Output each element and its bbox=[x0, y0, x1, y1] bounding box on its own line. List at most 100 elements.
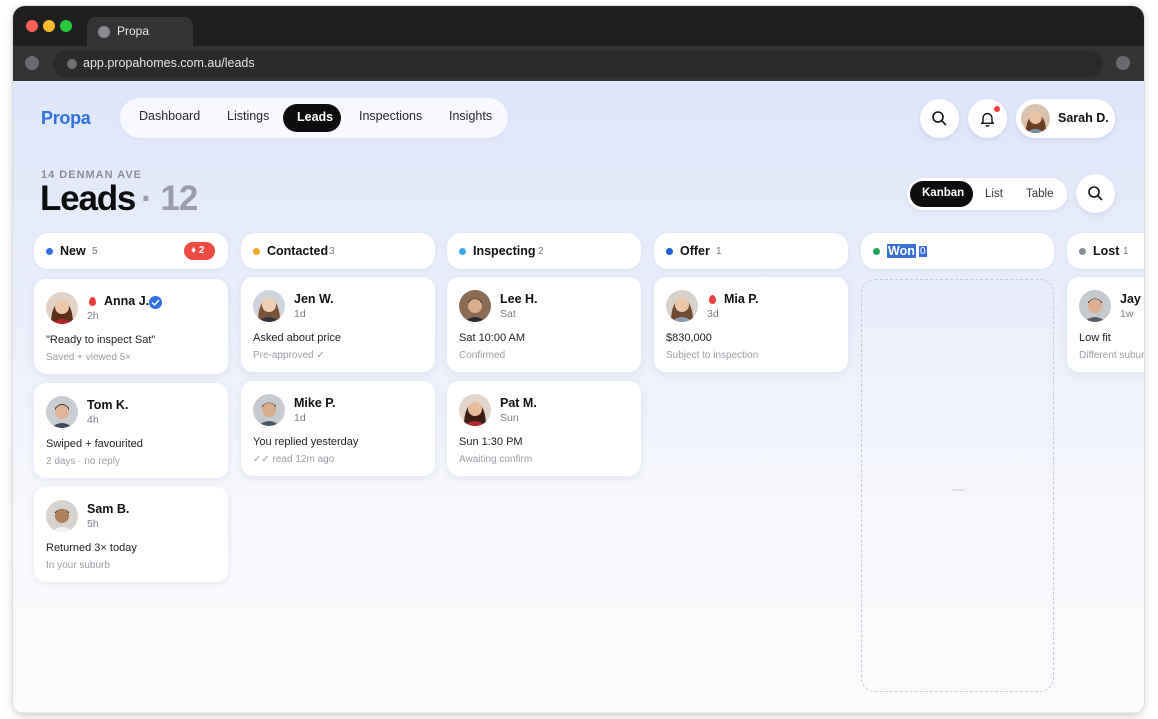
lead-card[interactable]: Tom K. 4h Swiped + favourited 2 days · n… bbox=[34, 383, 228, 478]
avatar bbox=[46, 500, 78, 532]
column-title: Contacted bbox=[267, 244, 329, 258]
lead-name: Lee H. bbox=[500, 292, 538, 306]
nav-item-dashboard[interactable]: Dashboard bbox=[139, 109, 200, 123]
back-button[interactable] bbox=[25, 56, 39, 70]
avatar bbox=[459, 394, 491, 426]
column-title: Won bbox=[887, 244, 916, 258]
lead-card[interactable]: Mike P. 1d You replied yesterday ✓✓ read… bbox=[241, 381, 435, 476]
search-icon bbox=[932, 111, 947, 126]
address-bar[interactable]: app.propahomes.com.au/leads bbox=[53, 51, 1103, 77]
browser-tab[interactable]: Propa bbox=[87, 17, 193, 46]
leads-search-button[interactable] bbox=[1076, 174, 1115, 213]
notifications-button[interactable] bbox=[968, 99, 1007, 138]
user-name: Sarah D. bbox=[1058, 111, 1109, 125]
global-search-button[interactable] bbox=[920, 99, 959, 138]
lead-card[interactable]: Jay 1w Low fit Different subur bbox=[1067, 277, 1144, 372]
column-title: Inspecting bbox=[473, 244, 536, 258]
column-count: 0 bbox=[919, 246, 927, 257]
search-icon bbox=[1088, 186, 1103, 201]
page-title: Leads bbox=[40, 179, 136, 218]
nav-item-inspections[interactable]: Inspections bbox=[359, 109, 422, 123]
lead-summary: You replied yesterday bbox=[253, 436, 359, 448]
column-header-offer[interactable]: Offer 1 bbox=[654, 233, 848, 269]
lead-summary: "Ready to inspect Sat" bbox=[46, 334, 156, 346]
close-window-button[interactable] bbox=[26, 20, 38, 32]
status-dot bbox=[253, 248, 260, 255]
avatar bbox=[666, 290, 698, 322]
view-option-list[interactable]: List bbox=[985, 188, 1003, 200]
column-header-new[interactable]: New 5 ♦ 2 bbox=[34, 233, 228, 269]
lead-time: 2h bbox=[87, 310, 99, 322]
view-option-kanban[interactable]: Kanban bbox=[910, 181, 973, 207]
avatar bbox=[46, 396, 78, 428]
lead-summary: Returned 3× today bbox=[46, 542, 137, 554]
lead-time: 1w bbox=[1120, 308, 1134, 320]
app-logo[interactable]: Propa bbox=[41, 108, 91, 129]
site-info-icon[interactable] bbox=[67, 59, 77, 69]
won-column-dropzone[interactable]: — bbox=[861, 279, 1054, 692]
lead-time: 3d bbox=[707, 308, 719, 320]
status-dot bbox=[1079, 248, 1086, 255]
minimize-window-button[interactable] bbox=[43, 20, 55, 32]
view-switcher: Kanban List Table bbox=[907, 178, 1067, 210]
lead-detail: Confirmed bbox=[459, 350, 506, 361]
url-text[interactable]: app.propahomes.com.au/leads bbox=[83, 56, 255, 70]
avatar bbox=[1021, 104, 1050, 133]
lead-time: 1d bbox=[294, 308, 306, 320]
app-content: Propa Dashboard Listings Leads Inspectio… bbox=[13, 81, 1144, 714]
lead-name: Mike P. bbox=[294, 396, 336, 410]
lead-detail: ✓✓ read 12m ago bbox=[253, 454, 335, 465]
browser-window: Propa app.propahomes.com.au/leads Propa … bbox=[13, 6, 1144, 714]
nav-item-insights[interactable]: Insights bbox=[449, 109, 492, 123]
lead-time: 1d bbox=[294, 412, 306, 424]
column-count: 2 bbox=[538, 246, 544, 257]
column-title: New bbox=[60, 244, 86, 258]
lead-name: Mia P. bbox=[724, 292, 759, 306]
user-menu[interactable]: Sarah D. bbox=[1016, 99, 1115, 138]
column-count: 3 bbox=[329, 246, 335, 257]
lead-card[interactable]: Pat M. Sun Sun 1:30 PM Awaiting confirm bbox=[447, 381, 641, 476]
lead-card[interactable]: Anna J. 2h "Ready to inspect Sat" Saved … bbox=[34, 279, 228, 374]
lead-detail: 2 days · no reply bbox=[46, 456, 120, 467]
view-option-table[interactable]: Table bbox=[1026, 188, 1054, 200]
column-title: Lost bbox=[1093, 244, 1120, 258]
leads-count: · 12 bbox=[141, 179, 198, 218]
lead-detail: Awaiting confirm bbox=[459, 454, 533, 465]
status-dot bbox=[46, 248, 53, 255]
lead-name: Jen W. bbox=[294, 292, 334, 306]
browser-menu-button[interactable] bbox=[1116, 56, 1130, 70]
avatar bbox=[253, 290, 285, 322]
lead-name: Pat M. bbox=[500, 396, 537, 410]
lead-name: Jay bbox=[1120, 292, 1141, 306]
nav-item-listings[interactable]: Listings bbox=[227, 109, 269, 123]
lead-detail: Subject to inspection bbox=[666, 350, 759, 361]
lead-card[interactable]: Sam B. 5h Returned 3× today In your subu… bbox=[34, 487, 228, 582]
tab-title: Propa bbox=[117, 24, 150, 38]
nav-item-leads-label: Leads bbox=[297, 110, 334, 124]
column-header-contacted[interactable]: Contacted 3 bbox=[241, 233, 435, 269]
lead-card[interactable]: Jen W. 1d Asked about price Pre-approved… bbox=[241, 277, 435, 372]
lead-name: Sam B. bbox=[87, 502, 130, 516]
maximize-window-button[interactable] bbox=[60, 20, 72, 32]
column-header-lost[interactable]: Lost 1 bbox=[1067, 233, 1144, 269]
favicon-icon bbox=[98, 26, 110, 38]
column-title: Offer bbox=[680, 244, 710, 258]
bottom-divider bbox=[13, 712, 1144, 714]
column-header-won[interactable]: Won 0 bbox=[861, 233, 1054, 269]
lead-detail: Pre-approved ✓ bbox=[253, 350, 325, 361]
lead-name: Anna J. bbox=[104, 294, 150, 308]
column-header-inspecting[interactable]: Inspecting 2 bbox=[447, 233, 641, 269]
status-dot bbox=[459, 248, 466, 255]
avatar bbox=[1079, 290, 1111, 322]
lead-name: Tom K. bbox=[87, 398, 129, 412]
browser-titlebar: Propa bbox=[13, 6, 1144, 46]
status-dot bbox=[873, 248, 880, 255]
browser-toolbar: app.propahomes.com.au/leads bbox=[13, 46, 1144, 81]
lead-card[interactable]: Lee H. Sat Sat 10:00 AM Confirmed bbox=[447, 277, 641, 372]
hot-lead-icon bbox=[709, 295, 716, 304]
lead-time: Sun bbox=[500, 412, 519, 424]
bell-icon bbox=[981, 112, 994, 127]
nav-item-leads[interactable]: Leads bbox=[283, 104, 341, 132]
lead-card[interactable]: Mia P. 3d $830,000 Subject to inspection bbox=[654, 277, 848, 372]
lead-summary: Swiped + favourited bbox=[46, 438, 143, 450]
